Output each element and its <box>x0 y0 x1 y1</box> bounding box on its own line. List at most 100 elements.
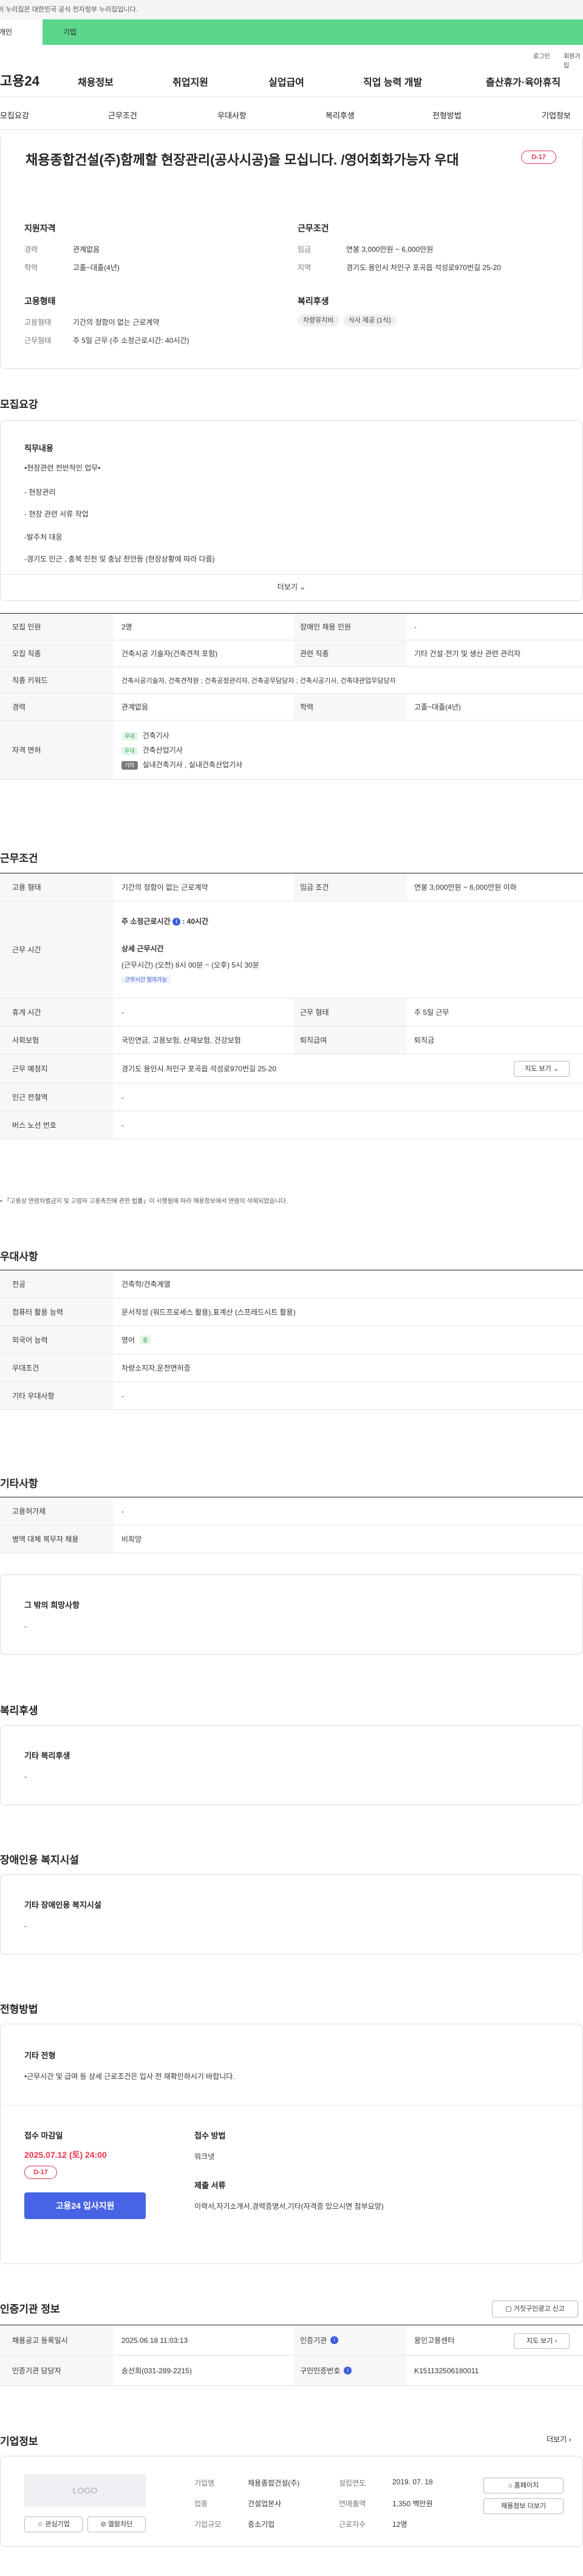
info-icon: i <box>344 2367 352 2374</box>
row-value: 주 5일 근무 <box>414 1008 449 1017</box>
selection-card <box>0 2024 583 2264</box>
deadline-dday: D-17 <box>24 2166 57 2179</box>
chevron-right-icon: › <box>554 2337 557 2345</box>
gov-banner-text: 이 누리집은 대한민국 공식 전자정부 누리집입니다. <box>0 6 138 13</box>
row-value: 2025.06.18 11:03:13 <box>121 2336 188 2345</box>
career-label: 경력 <box>24 245 38 254</box>
cert-table: 채용공고 등록일시 2025.06.18 11:03:13 인증기관 i 용인고용센… <box>0 2325 583 2386</box>
row-value: 용인고용센터 <box>414 2336 455 2345</box>
company-label: 연매출액 <box>339 2500 366 2508</box>
user-type-tabs: 개인 기업 <box>0 19 583 45</box>
company-label: 설립연도 <box>339 2479 366 2487</box>
homepage-button[interactable]: ⌂ 홈페이지 <box>483 2478 564 2493</box>
table-row: 고용 형태 기간의 정함이 없는 근로계약 임금 조건 연봉 3,000만원 ~ 6… <box>0 873 583 901</box>
row-label: 장애인 채용 인원 <box>294 614 407 640</box>
block-button[interactable]: ⊘ 열람차단 <box>87 2517 146 2532</box>
row-label: 고용 형태 <box>0 873 113 901</box>
etc-heading: 기타사항 <box>0 1478 38 1490</box>
row-value: 영어 중 <box>121 1326 151 1354</box>
company-label: 기업명 <box>194 2479 215 2487</box>
table-row: 근무 예정지 경기도 용인시 처인구 포곡읍 석성로970번길 25-20 지도 … <box>0 1054 583 1083</box>
tab-personal[interactable]: 개인 <box>0 19 43 45</box>
company-value: 2019. 07. 18 <box>392 2478 433 2486</box>
welfare-section-heading: 복리후생 <box>0 1705 38 1717</box>
row-value: 기간의 정함이 없는 근로계약 <box>121 883 208 892</box>
wish-heading: 그 밖의 희망사항 <box>24 1601 80 1610</box>
row-label: 외국어 능력 <box>0 1326 113 1354</box>
chevron-down-icon: ⌄ <box>553 1065 559 1073</box>
row-label: 인근 전철역 <box>0 1083 113 1111</box>
gnb-employment-support[interactable]: 취업지원 <box>172 74 208 89</box>
gnb-skills[interactable]: 직업 능력 개발 <box>363 74 422 89</box>
emptype-value: 기간의 정함이 없는 근로계약 <box>73 318 160 327</box>
gnb-jobs[interactable]: 채용정보 <box>78 74 114 89</box>
selection-sub: 기타 전형 <box>24 2051 56 2060</box>
emptype-label: 고용형태 <box>24 318 52 327</box>
divider <box>1 2105 582 2106</box>
company-jobs-button[interactable]: 채용정보 더보기 <box>483 2498 564 2514</box>
site-logo[interactable]: 고용24 <box>0 70 39 90</box>
row-label: 직종 키워드 <box>0 667 113 693</box>
row-value: 기타 건설·전기 및 생산 관련 관리자 <box>414 649 521 658</box>
company-value: 1,350 백만원 <box>392 2500 433 2508</box>
row-label: 전공 <box>0 1270 113 1298</box>
table-row: 휴게 시간 - 근무 형태 주 5일 근무 <box>0 998 583 1026</box>
row-label: 구인인증번호 i <box>294 2356 407 2385</box>
disab-heading: 장애인용 복지시설 <box>0 1854 79 1866</box>
row-value: 송선희(031-289-2215) <box>121 2367 192 2375</box>
table-row: 버스 노선 번호 - <box>0 1111 583 1139</box>
duty-line: -경기도 인근 , 충북 진천 및 충남 천안등 (현장상황에 따라 다름) <box>24 555 215 563</box>
age-notice: • 「고용상 연령차별금지 및 고령자 고용촉진에 관한 법률」이 시행됨에 따… <box>0 1198 288 1205</box>
table-row: 근무 시간 주 소정근로시간 i : 40시간 상세 근무시간 (근무시간) (… <box>0 901 583 998</box>
disab-sub: 기타 장애인용 복지시설 <box>24 1900 101 1910</box>
row-value: 퇴직금 <box>414 1036 435 1045</box>
row-value: - <box>121 1120 124 1130</box>
welfare-heading: 복리후생 <box>298 296 329 306</box>
snb-selection[interactable]: 전형방법 <box>432 109 462 121</box>
docs-heading: 제출 서류 <box>194 2181 226 2190</box>
welfare-chip: 차량유지비 <box>298 314 339 327</box>
snb-recruit[interactable]: 모집요강 <box>0 109 29 121</box>
duty-line: •현장관련 전반적인 업무• <box>24 464 101 472</box>
map-button[interactable]: 지도 보기 ⌄ <box>514 1061 570 1077</box>
login-link[interactable]: 로그인 <box>533 51 550 60</box>
company-value: 중소기업 <box>248 2520 275 2529</box>
snb-company[interactable]: 기업정보 <box>542 109 571 121</box>
apply-button[interactable]: 고용24 입사지원 <box>24 2192 146 2219</box>
tab-company[interactable]: 기업 <box>63 19 77 45</box>
license-name: 건축기사 <box>142 731 169 740</box>
snb-preference[interactable]: 우대사항 <box>217 109 247 121</box>
row-label: 근무 예정지 <box>0 1054 113 1083</box>
row-label: 우대조건 <box>0 1354 113 1381</box>
duty-line: - 현장 관련 서류 작업 <box>24 510 89 518</box>
deadline-value: 2025.07.12 (토) 24:00 <box>24 2150 107 2160</box>
home-icon: ⌂ <box>508 2482 513 2489</box>
welfare-card <box>0 1725 583 1805</box>
report-button[interactable]: ▢ 거짓구인광고 신고 <box>492 2300 578 2317</box>
row-label: 자격 면허 <box>0 720 113 779</box>
gnb-unemployment-benefit[interactable]: 실업급여 <box>268 74 304 89</box>
row-label: 모집 직종 <box>0 640 113 666</box>
company-more-link[interactable]: 더보기 › <box>547 2434 571 2444</box>
table-row: 모집 인원 2명 장애인 채용 인원 - <box>0 614 583 640</box>
duty-heading: 직무내용 <box>24 444 53 453</box>
row-label: 휴게 시간 <box>0 998 113 1026</box>
wish-value: - <box>24 1622 27 1630</box>
table-row: 직종 키워드 건축시공기술자, 건축견적원 ; 건축공정관리자, 건축공무담당자 … <box>0 667 583 694</box>
gnb-parental-leave[interactable]: 출산휴가·육아휴직 <box>486 74 561 89</box>
row-value: - <box>121 1507 124 1516</box>
row-label: 근무 형태 <box>294 998 407 1026</box>
duty-line: - 현장관리 <box>24 488 56 497</box>
dday-badge: D-17 <box>521 151 556 164</box>
wage-label: 임금 <box>298 245 312 254</box>
company-label: 업종 <box>194 2500 208 2508</box>
worktype-value: 주 5일 근무 (주 소정근로시간: 40시간) <box>73 336 189 345</box>
welfare-chips: 차량유지비 식사 제공 (1식) <box>298 314 400 327</box>
snb-welfare[interactable]: 복리후생 <box>326 109 355 121</box>
snb-conditions[interactable]: 근무조건 <box>108 109 137 121</box>
license-badge: 우대 <box>121 747 138 755</box>
fav-button[interactable]: ☆ 관심기업 <box>24 2517 83 2532</box>
map-button[interactable]: 지도 보기 › <box>514 2333 570 2349</box>
more-button[interactable]: 더보기 ⌄ <box>0 574 583 601</box>
section-nav: 모집요강 근무조건 우대사항 복리후생 전형방법 기업정보 <box>0 97 583 130</box>
